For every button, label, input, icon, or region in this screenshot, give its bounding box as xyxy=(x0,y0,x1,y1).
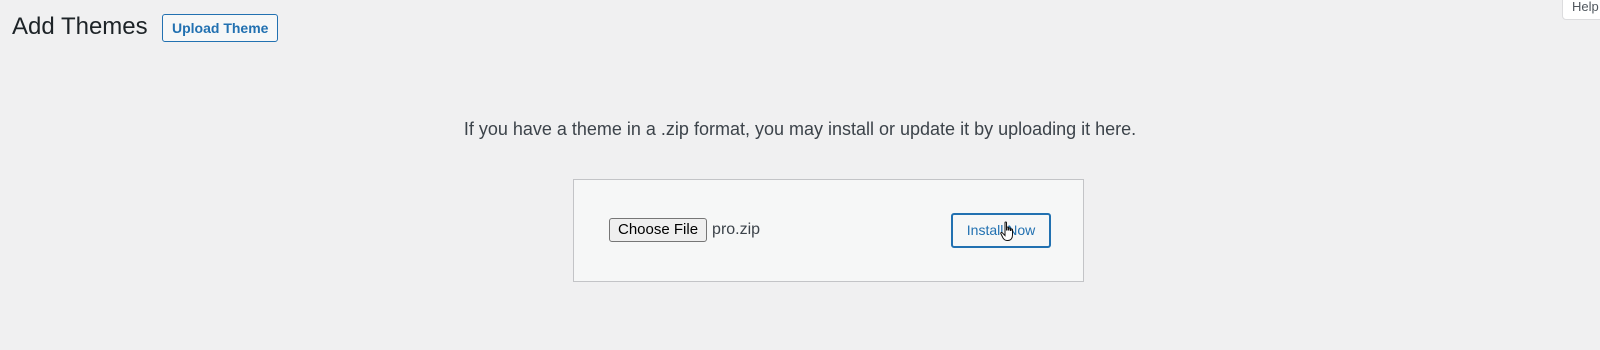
help-tab-label: Help xyxy=(1572,0,1599,14)
selected-file-name: pro.zip xyxy=(712,221,761,238)
help-tab-button[interactable]: Help xyxy=(1562,0,1600,20)
upload-form: Choose File pro.zip Install Now xyxy=(573,179,1084,282)
upload-theme-button[interactable]: Upload Theme xyxy=(162,14,279,42)
file-input[interactable]: Choose File pro.zip xyxy=(609,218,760,242)
upload-instructions: If you have a theme in a .zip format, yo… xyxy=(463,119,1137,139)
choose-file-button[interactable]: Choose File xyxy=(609,218,708,242)
page-title: Add Themes xyxy=(12,13,148,40)
hand-pointer-icon xyxy=(1000,221,1013,241)
